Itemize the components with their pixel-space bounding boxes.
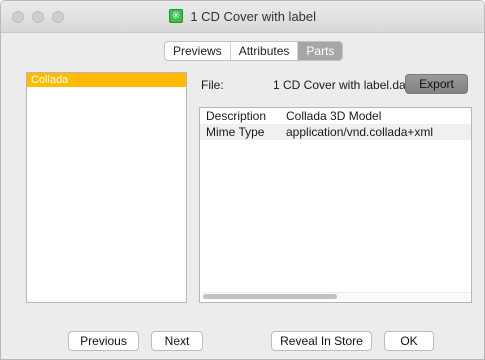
- properties-table[interactable]: Description Collada 3D Model Mime Type a…: [199, 107, 472, 303]
- tab-previews[interactable]: Previews: [165, 42, 231, 60]
- file-name: 1 CD Cover with label.dae: [273, 78, 413, 92]
- tab-parts[interactable]: Parts: [298, 42, 343, 60]
- property-value: application/vnd.collada+xml: [286, 125, 434, 139]
- file-label: File:: [201, 78, 224, 92]
- ok-button[interactable]: OK: [384, 331, 434, 351]
- segmented-tabs: Previews Attributes Parts: [164, 41, 344, 61]
- window-title-text: 1 CD Cover with label: [190, 9, 317, 24]
- next-button[interactable]: Next: [151, 331, 203, 351]
- previous-button[interactable]: Previous: [68, 331, 139, 351]
- scrollbar-thumb[interactable]: [203, 294, 337, 299]
- tab-attributes[interactable]: Attributes: [231, 42, 299, 60]
- parts-list[interactable]: Collada: [26, 72, 187, 303]
- reveal-in-store-button[interactable]: Reveal In Store: [271, 331, 372, 351]
- horizontal-scrollbar[interactable]: [202, 292, 470, 300]
- table-row: Description Collada 3D Model: [200, 108, 471, 124]
- property-key: Mime Type: [206, 125, 265, 139]
- window-title: 1 CD Cover with label: [1, 8, 484, 25]
- property-key: Description: [206, 109, 267, 123]
- title-bar[interactable]: 1 CD Cover with label: [1, 1, 484, 33]
- parts-window: 1 CD Cover with label Previews Attribute…: [0, 0, 485, 360]
- list-item[interactable]: Collada: [27, 73, 186, 87]
- export-button[interactable]: Export: [405, 74, 468, 94]
- table-row: Mime Type application/vnd.collada+xml: [200, 124, 471, 140]
- property-value: Collada 3D Model: [286, 109, 382, 123]
- asterisk-app-icon: [168, 8, 183, 24]
